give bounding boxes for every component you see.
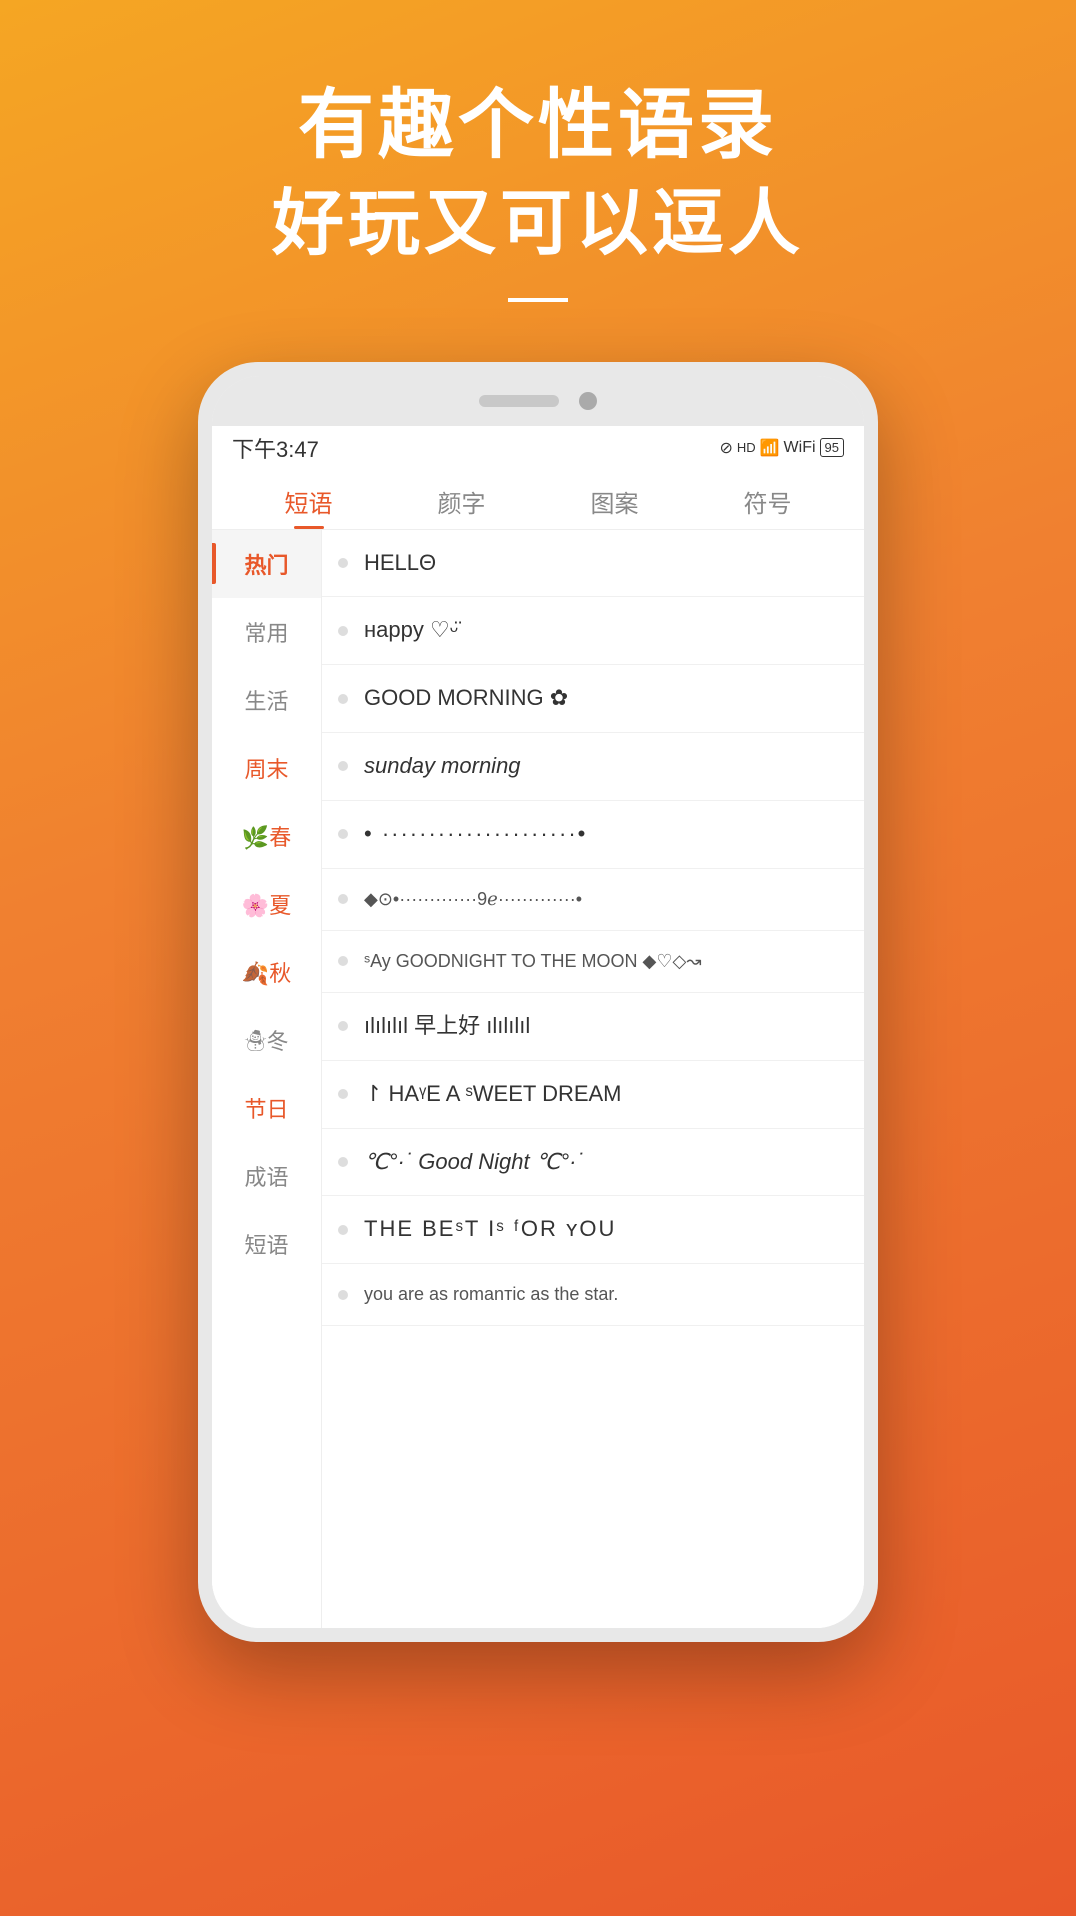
item-text: ↾ HAᵞE A ˢWEET DREAM (364, 1079, 622, 1110)
battery-icon: 95 (820, 438, 844, 457)
item-text: ˢAy GOODNIGHT TO THE MOON ◆♡◇↝ (364, 949, 701, 974)
bullet-icon (338, 558, 348, 568)
bullet-icon (338, 894, 348, 904)
list-item[interactable]: нappy ♡ᵕ̈ (322, 597, 864, 665)
hero-line2: 好玩又可以逗人 (272, 181, 804, 267)
bullet-icon (338, 956, 348, 966)
bullet-icon (338, 761, 348, 771)
list-area: HELLΘ нappy ♡ᵕ̈ GOOD MORNING ✿ sunday mo… (322, 530, 864, 1628)
list-item[interactable]: you are as romanтic as the star. (322, 1264, 864, 1326)
item-text: нappy ♡ᵕ̈ (364, 615, 458, 646)
item-text: ℃°·˙ Good Night ℃°·˙ (364, 1147, 584, 1178)
item-text: ◆⊙•·············9ℯ·············• (364, 887, 582, 912)
list-item-goodnight-moon[interactable]: ˢAy GOODNIGHT TO THE MOON ◆♡◇↝ (322, 931, 864, 993)
sidebar-item-life[interactable]: 生活 (212, 666, 321, 734)
tabs-bar: 短语 颜字 图案 符号 (212, 470, 864, 530)
status-time: 下午3:47 (232, 432, 319, 464)
bullet-icon (338, 1089, 348, 1099)
sidebar-item-idiom[interactable]: 成语 (212, 1142, 321, 1210)
signal-icon: ⊘ (719, 438, 732, 458)
bullet-icon (338, 1225, 348, 1235)
status-icons: ⊘ HD 📶 WiFi 95 (719, 438, 844, 458)
phone-mockup: 下午3:47 ⊘ HD 📶 WiFi 95 短语 颜字 图案 符号 (198, 362, 878, 1642)
list-item-sunday-morning[interactable]: sunday morning (322, 733, 864, 801)
sidebar-item-phrase[interactable]: 短语 (212, 1210, 321, 1278)
item-text: you are as romanтic as the star. (364, 1282, 618, 1307)
hero-divider (508, 298, 568, 302)
hd-icon: HD (737, 440, 756, 455)
camera-dot (579, 392, 597, 410)
sidebar-item-weekend[interactable]: 周末 (212, 734, 321, 802)
sidebar-item-holiday[interactable]: 节日 (212, 1074, 321, 1142)
signal-bars: 📶 (760, 438, 780, 458)
bullet-icon (338, 1290, 348, 1300)
wifi-icon: WiFi (784, 439, 816, 457)
bullet-icon (338, 829, 348, 839)
list-item[interactable]: ↾ HAᵞE A ˢWEET DREAM (322, 1061, 864, 1129)
hero-line1: 有趣个性语录 (272, 80, 804, 171)
item-text: GOOD MORNING ✿ (364, 683, 568, 714)
tab-pattern[interactable]: 图案 (538, 470, 691, 529)
list-item[interactable]: GOOD MORNING ✿ (322, 665, 864, 733)
phone-top-bar (212, 376, 864, 426)
sidebar-item-winter[interactable]: ☃冬 (212, 1006, 321, 1074)
bullet-icon (338, 626, 348, 636)
list-item[interactable]: ılılılıl 早上好 ılılılıl (322, 993, 864, 1061)
list-item[interactable]: ℃°·˙ Good Night ℃°·˙ (322, 1129, 864, 1197)
item-text: ılılılıl 早上好 ılılılıl (364, 1011, 530, 1042)
tab-symbol[interactable]: 符号 (691, 470, 844, 529)
status-bar: 下午3:47 ⊘ HD 📶 WiFi 95 (212, 426, 864, 470)
bullet-icon (338, 1021, 348, 1031)
item-text: sunday morning (364, 751, 521, 782)
content-area: 热门 常用 生活 周末 🌿春 🌸夏 🍂秋 ☃冬 节日 成语 短语 HELLΘ (212, 530, 864, 1628)
hero-section: 有趣个性语录 好玩又可以逗人 (272, 80, 804, 302)
list-item[interactable]: THE BEˢT Iˢ ᶠOR ʏOU (322, 1196, 864, 1264)
speaker-slot (479, 395, 559, 407)
sidebar-item-hot[interactable]: 热门 (212, 530, 321, 598)
sidebar-item-spring[interactable]: 🌿春 (212, 802, 321, 870)
item-text: THE BEˢT Iˢ ᶠOR ʏOU (364, 1214, 616, 1245)
list-item[interactable]: HELLΘ (322, 530, 864, 598)
item-text: HELLΘ (364, 548, 436, 579)
list-item[interactable]: ◆⊙•·············9ℯ·············• (322, 869, 864, 931)
bullet-icon (338, 1157, 348, 1167)
tab-short-phrase[interactable]: 短语 (232, 470, 385, 529)
tab-color-text[interactable]: 颜字 (385, 470, 538, 529)
item-text: • ·····················• (364, 819, 587, 850)
sidebar: 热门 常用 生活 周末 🌿春 🌸夏 🍂秋 ☃冬 节日 成语 短语 (212, 530, 322, 1628)
list-item[interactable]: • ·····················• (322, 801, 864, 869)
sidebar-item-summer[interactable]: 🌸夏 (212, 870, 321, 938)
phone-screen: 下午3:47 ⊘ HD 📶 WiFi 95 短语 颜字 图案 符号 (212, 376, 864, 1628)
sidebar-item-common[interactable]: 常用 (212, 598, 321, 666)
sidebar-item-autumn[interactable]: 🍂秋 (212, 938, 321, 1006)
bullet-icon (338, 694, 348, 704)
